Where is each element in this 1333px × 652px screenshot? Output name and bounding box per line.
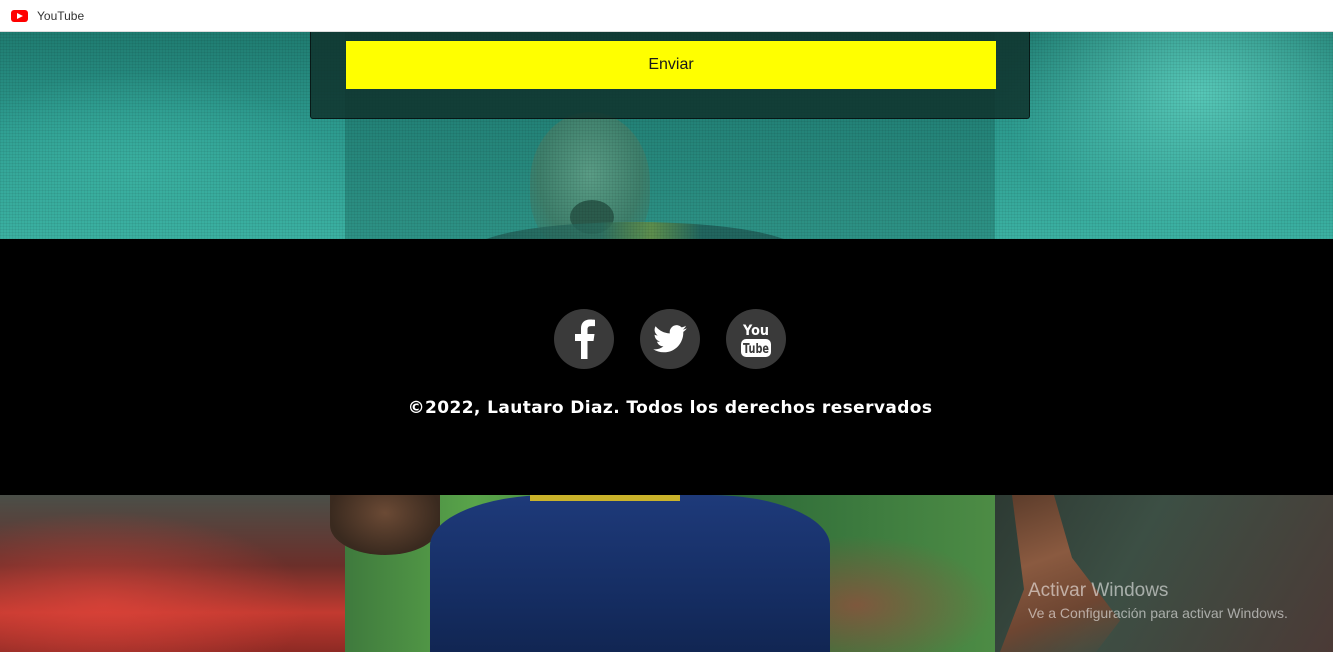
watermark-subtitle: Ve a Configuración para activar Windows.	[1028, 605, 1288, 621]
browser-tab-strip: YouTube	[0, 0, 1333, 32]
watermark-title: Activar Windows	[1028, 580, 1169, 601]
youtube-link[interactable]: You Tube	[726, 309, 786, 369]
contact-form-card: Enviar	[310, 32, 1030, 119]
tab-title[interactable]: YouTube	[37, 9, 84, 23]
twitter-icon	[653, 325, 687, 353]
windows-activation-watermark: Activar Windows Ve a Configuración para …	[1028, 580, 1288, 621]
twitter-link[interactable]	[640, 309, 700, 369]
site-footer: You Tube ©2022, Lautaro Diaz. Todos los …	[0, 239, 1333, 495]
youtube-icon-text-top: You	[742, 323, 769, 339]
copyright-text: ©2022, Lautaro Diaz. Todos los derechos …	[407, 398, 933, 418]
facebook-link[interactable]	[554, 309, 614, 369]
facebook-icon	[575, 319, 595, 359]
social-links: You Tube	[554, 309, 786, 369]
youtube-icon-text-bottom: Tube	[743, 342, 769, 357]
youtube-logo-icon	[11, 9, 28, 22]
youtube-icon: You Tube	[741, 323, 771, 357]
submit-button[interactable]: Enviar	[346, 41, 996, 89]
player-photo-background: Activar Windows Ve a Configuración para …	[0, 495, 1333, 652]
